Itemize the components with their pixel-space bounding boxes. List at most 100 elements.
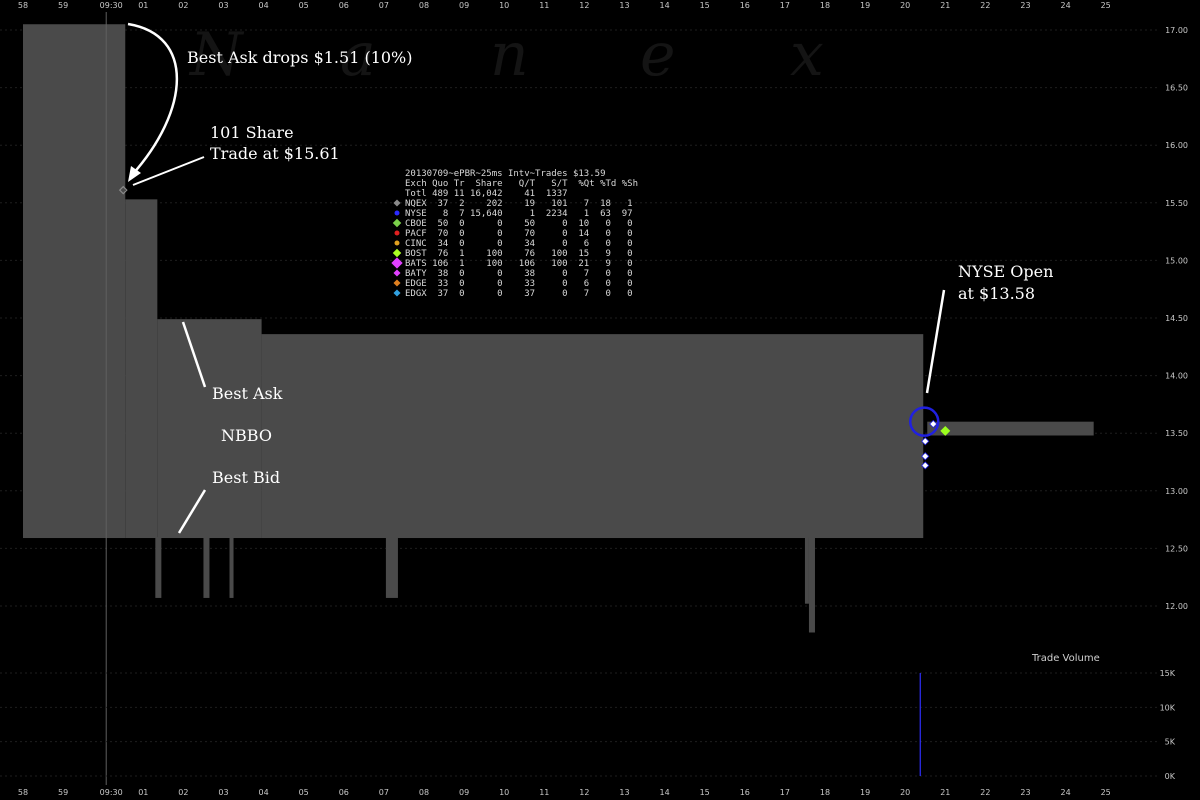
y-tick-label: 13.00: [1165, 487, 1188, 496]
y-axis: 17.00 16.50 16.00 15.50 15.00 14.50 14.00 13.50…: [1165, 26, 1188, 611]
x-tick-label-top: 19: [860, 1, 870, 10]
x-tick-label-top: 10: [499, 1, 509, 10]
x-tick-label-bottom: 09: [459, 788, 469, 797]
table-row-marker: [393, 199, 401, 207]
x-tick-label-top: 24: [1061, 1, 1071, 10]
y-tick-label: 14.00: [1165, 372, 1188, 381]
y-tick-label: 15.50: [1165, 199, 1188, 208]
y-tick-label: 17.00: [1165, 26, 1188, 35]
table-row: CINC 34 0 0 34 0 6 0 0: [405, 239, 633, 249]
x-tick-label-bottom: 17: [780, 788, 790, 797]
volume-y-tick-label: 0K: [1165, 772, 1176, 781]
table-row: PACF 70 0 0 70 0 14 0 0: [405, 229, 633, 239]
x-tick-label-top: 15: [700, 1, 710, 10]
bid-spike: [203, 537, 210, 598]
x-tick-label-bottom: 22: [980, 788, 990, 797]
x-tick-label-bottom: 07: [379, 788, 389, 797]
x-tick-label-bottom: 08: [419, 788, 429, 797]
table-row-marker: [392, 248, 402, 258]
y-tick-label: 16.00: [1165, 141, 1188, 150]
x-tick-label-bottom: 06: [339, 788, 349, 797]
volume-y-tick-label: 10K: [1160, 703, 1176, 712]
table-row: NQEX 37 2 202 19 101 7 18 1: [405, 199, 633, 209]
x-tick-label-top: 01: [138, 1, 148, 10]
volume-panel: Trade Volume 15K 10K 5K 0K: [0, 653, 1176, 781]
x-tick-label-top: 16: [740, 1, 750, 10]
y-tick-label: 15.00: [1165, 256, 1188, 265]
nbbo-area: [23, 24, 1094, 633]
bid-spike: [229, 537, 234, 598]
y-tick-label: 13.50: [1165, 429, 1188, 438]
ask-drop-arrow: [127, 22, 179, 176]
volume-y-tick-label: 15K: [1160, 669, 1176, 678]
x-tick-label-top: 05: [299, 1, 309, 10]
y-tick-label: 14.50: [1165, 314, 1188, 323]
y-tick-label: 12.00: [1165, 602, 1188, 611]
table-row: EDGE 33 0 0 33 0 6 0 0: [405, 279, 633, 289]
x-tick-label-bottom: 23: [1020, 788, 1030, 797]
x-tick-label-bottom: 03: [218, 788, 228, 797]
table-row-marker: [391, 257, 403, 269]
volume-title: Trade Volume: [1031, 653, 1100, 664]
x-tick-label-top: 14: [660, 1, 670, 10]
x-tick-label-top: 25: [1101, 1, 1111, 10]
annotation-ask-drop: Best Ask drops $1.51 (10%): [187, 48, 413, 67]
x-tick-label-bottom: 15: [700, 788, 710, 797]
annotation-open-line2: at $13.58: [958, 284, 1035, 303]
bid-spike: [385, 537, 398, 598]
x-tick-label-bottom: 18: [820, 788, 830, 797]
volume-y-tick-label: 5K: [1165, 738, 1176, 747]
annotation-nbbo: NBBO: [221, 426, 272, 445]
x-tick-label-top: 12: [579, 1, 589, 10]
nbbo-segment: [125, 199, 158, 539]
x-tick-label-top: 58: [18, 1, 28, 10]
x-tick-label-bottom: 09:30: [100, 788, 123, 797]
annotation-best-ask: Best Ask: [212, 384, 283, 403]
table-row: BATS 106 1 100 106 100 21 9 0: [405, 259, 633, 269]
x-tick-label-top: 07: [379, 1, 389, 10]
bid-spike: [804, 537, 809, 604]
price-chart: Nanex 5858595909:3009:300101020203030404…: [0, 1, 1188, 797]
post-open-nbbo-band: [927, 421, 1094, 436]
y-tick-label: 12.50: [1165, 544, 1188, 553]
table-row-marker: [393, 289, 401, 297]
annotation-open-line1: NYSE Open: [958, 262, 1053, 281]
x-tick-label-bottom: 59: [58, 788, 68, 797]
x-tick-label-bottom: 14: [660, 788, 670, 797]
x-tick-label-bottom: 58: [18, 788, 28, 797]
x-tick-label-top: 06: [339, 1, 349, 10]
open-pointer-line: [925, 289, 946, 394]
x-tick-label-bottom: 05: [299, 788, 309, 797]
x-tick-label-top: 08: [419, 1, 429, 10]
x-tick-label-top: 20: [900, 1, 910, 10]
table-row: NYSE 8 7 15,640 1 2234 1 63 97: [405, 209, 633, 219]
nbbo-segment: [23, 24, 126, 539]
x-tick-label-bottom: 24: [1061, 788, 1071, 797]
annotation-best-bid: Best Bid: [212, 468, 280, 487]
table-header: Exch Quo Tr Share Q/T S/T %Qt %Td %Sh: [405, 179, 638, 189]
x-tick-label-top: 09: [459, 1, 469, 10]
x-tick-label-top: 04: [259, 1, 269, 10]
x-tick-label-bottom: 20: [900, 788, 910, 797]
x-tick-label-top: 21: [940, 1, 950, 10]
x-tick-label-top: 13: [619, 1, 629, 10]
x-tick-label-bottom: 04: [259, 788, 269, 797]
x-tick-label-bottom: 25: [1101, 788, 1111, 797]
table-row-marker: [394, 230, 400, 236]
x-tick-label-bottom: 21: [940, 788, 950, 797]
x-tick-label-top: 03: [218, 1, 228, 10]
table-row-marker: [393, 269, 401, 277]
table-row-marker: [392, 218, 402, 228]
x-tick-label-top: 17: [780, 1, 790, 10]
x-tick-label-top: 11: [539, 1, 549, 10]
x-tick-label-top: 23: [1020, 1, 1030, 10]
x-tick-label-bottom: 19: [860, 788, 870, 797]
exchange-stats-table: 20130709~ePBR~25ms Intv~Trades $13.59Exc…: [391, 169, 638, 299]
table-row: EDGX 37 0 0 37 0 7 0 0: [405, 289, 633, 299]
bid-spike: [155, 537, 162, 598]
x-tick-label-top: 18: [820, 1, 830, 10]
x-tick-label-top: 02: [178, 1, 188, 10]
x-tick-label-bottom: 10: [499, 788, 509, 797]
x-tick-label-top: 22: [980, 1, 990, 10]
table-row: CBOE 50 0 0 50 0 10 0 0: [405, 219, 633, 229]
